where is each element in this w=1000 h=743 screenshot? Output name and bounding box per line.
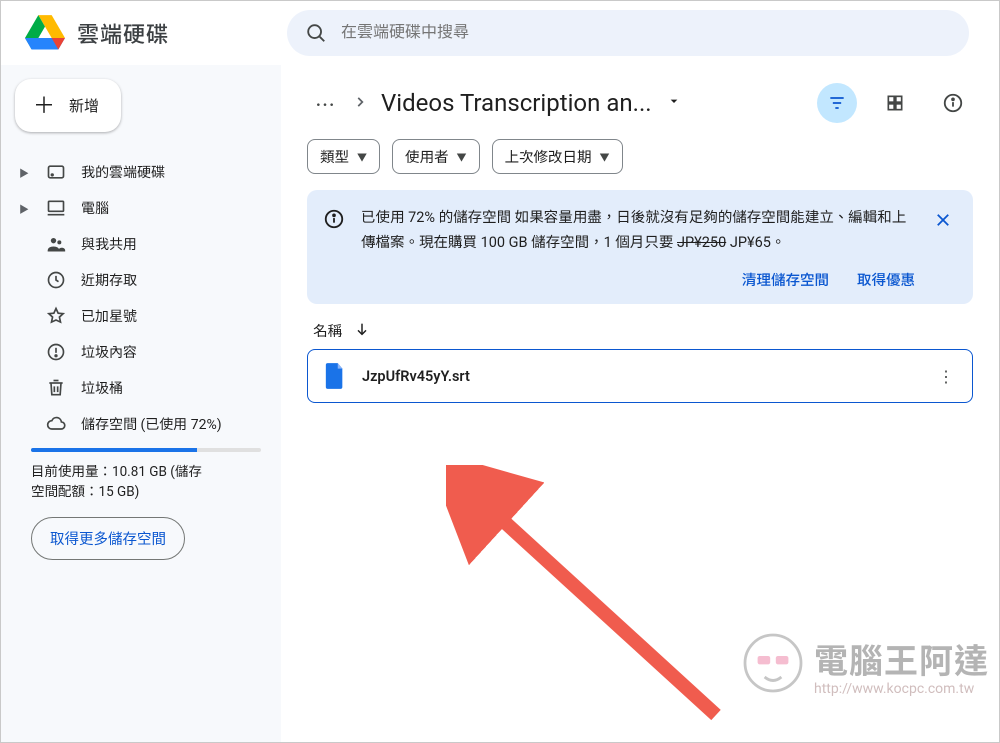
drive-logo-icon xyxy=(25,15,65,51)
new-button[interactable]: ＋ 新增 xyxy=(15,79,121,132)
sidebar-item-label: 與我共用 xyxy=(81,234,137,254)
sidebar-item-label: 垃圾內容 xyxy=(81,342,137,362)
more-icon[interactable]: ⋮ xyxy=(932,362,960,390)
storage-progress xyxy=(31,448,261,452)
banner-message: 已使用 72% 的儲存空間 如果容量用盡，日後就沒有足夠的儲存空間能建立、編輯和… xyxy=(361,206,915,255)
filter-chip-modified[interactable]: 上次修改日期▼ xyxy=(492,139,623,174)
filter-chip-people[interactable]: 使用者▼ xyxy=(392,139,480,174)
info-icon xyxy=(323,206,347,234)
chevron-down-icon: ▼ xyxy=(600,149,610,164)
storage-banner: 已使用 72% 的儲存空間 如果容量用盡，日後就沒有足夠的儲存空間能建立、編輯和… xyxy=(307,190,973,304)
filter-icon[interactable] xyxy=(817,83,857,123)
storage-usage-text: 目前使用量：10.81 GB (儲存 空間配額：15 GB) xyxy=(15,462,267,503)
sidebar-item-label: 已加星號 xyxy=(81,306,137,326)
sidebar-item-recent[interactable]: 近期存取 xyxy=(15,264,267,296)
new-button-label: 新增 xyxy=(69,95,99,116)
chevron-right-icon xyxy=(353,94,367,113)
sidebar-item-label: 我的雲端硬碟 xyxy=(81,162,165,182)
sidebar-item-label: 電腦 xyxy=(81,198,109,218)
trash-icon xyxy=(45,378,67,398)
get-more-storage-button[interactable]: 取得更多儲存空間 xyxy=(31,517,185,560)
sidebar-item-trash[interactable]: 垃圾桶 xyxy=(15,372,267,404)
breadcrumb-overflow[interactable]: ⋯ xyxy=(307,85,343,121)
banner-clean-storage-link[interactable]: 清理儲存空間 xyxy=(742,269,829,290)
sidebar-item-my-drive[interactable]: ▶ 我的雲端硬碟 xyxy=(15,156,267,188)
chevron-right-icon: ▶ xyxy=(17,165,31,180)
search-input[interactable] xyxy=(341,24,951,42)
sidebar-item-starred[interactable]: 已加星號 xyxy=(15,300,267,332)
spam-icon xyxy=(45,342,67,362)
info-icon[interactable] xyxy=(933,83,973,123)
close-icon[interactable] xyxy=(929,206,957,234)
watermark: 電腦王阿達http://www.kocpc.com.tw xyxy=(738,628,989,702)
file-row[interactable]: JzpUfRv45yY.srt ⋮ xyxy=(307,349,973,403)
arrow-down-icon[interactable] xyxy=(354,321,370,341)
column-header-name[interactable]: 名稱 xyxy=(313,320,342,341)
sidebar-item-label: 近期存取 xyxy=(81,270,137,290)
file-name: JzpUfRv45yY.srt xyxy=(362,368,916,385)
sidebar-item-label: 垃圾桶 xyxy=(81,378,123,398)
app-title: 雲端硬碟 xyxy=(77,17,169,49)
chevron-right-icon: ▶ xyxy=(17,201,31,216)
my-drive-icon xyxy=(45,162,67,182)
search-icon xyxy=(305,22,327,44)
sidebar-item-shared[interactable]: 與我共用 xyxy=(15,228,267,260)
star-icon xyxy=(45,306,67,326)
chevron-down-icon: ▼ xyxy=(357,149,367,164)
annotation-arrow xyxy=(446,465,746,742)
banner-get-offer-link[interactable]: 取得優惠 xyxy=(857,269,915,290)
folder-title-dropdown[interactable] xyxy=(666,93,682,113)
grid-view-icon[interactable] xyxy=(875,83,915,123)
computer-icon xyxy=(45,198,67,218)
sidebar-item-computers[interactable]: ▶ 電腦 xyxy=(15,192,267,224)
filter-chip-type[interactable]: 類型▼ xyxy=(307,139,380,174)
sidebar-item-spam[interactable]: 垃圾內容 xyxy=(15,336,267,368)
shared-icon xyxy=(45,234,67,254)
search-bar[interactable] xyxy=(287,10,969,56)
chevron-down-icon: ▼ xyxy=(457,149,467,164)
clock-icon xyxy=(45,270,67,290)
file-icon xyxy=(324,363,346,389)
cloud-icon xyxy=(45,414,67,434)
folder-title[interactable]: Videos Transcription an... xyxy=(381,89,652,117)
sidebar-item-label: 儲存空間 (已使用 72%) xyxy=(81,414,222,434)
sidebar-item-storage[interactable]: 儲存空間 (已使用 72%) xyxy=(15,408,267,440)
